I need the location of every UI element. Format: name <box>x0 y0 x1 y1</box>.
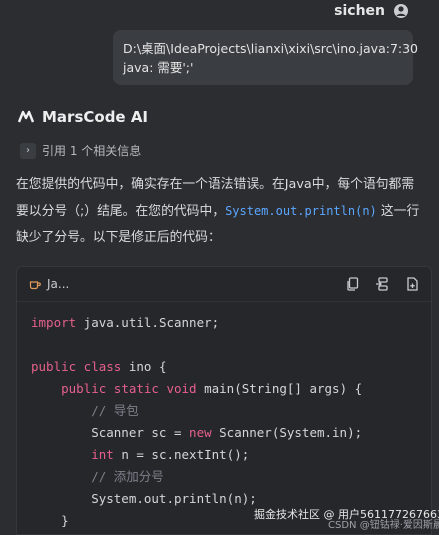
code-language-label: Ja... <box>29 277 69 291</box>
user-name: sichen <box>334 3 385 19</box>
user-avatar-icon[interactable] <box>393 3 409 19</box>
copy-icon[interactable] <box>345 276 361 292</box>
code-line: int n = sc.nextInt(); <box>31 444 417 466</box>
code-content: import java.util.Scanner; public class i… <box>17 302 431 534</box>
user-message-bubble: D:\桌面\IdeaProjects\lianxi\xixi\src\ino.j… <box>113 30 419 85</box>
code-line: Scanner sc = new Scanner(System.in); <box>31 422 417 444</box>
reference-toggle[interactable]: › 引用 1 个相关信息 <box>20 142 141 159</box>
user-header: sichen <box>334 0 409 22</box>
assistant-header: MarsCode AI <box>16 107 148 127</box>
code-text: n = sc.nextInt(); <box>113 447 250 462</box>
user-message-line-1: D:\桌面\IdeaProjects\lianxi\xixi\src\ino.j… <box>123 41 419 56</box>
new-file-icon[interactable] <box>405 276 421 292</box>
code-block-header: Ja... <box>17 267 431 302</box>
insert-icon[interactable] <box>375 276 391 292</box>
code-keyword: int <box>91 447 114 462</box>
code-keyword: public static void <box>61 381 197 396</box>
code-text: Scanner(System.in); <box>211 425 363 440</box>
code-text: } <box>31 513 69 528</box>
user-message-line-2: java: 需要';' <box>123 60 194 75</box>
assistant-answer-text: 在您提供的代码中，确实存在一个语法错误。在Java中，每个语句都需要以分号（;）… <box>16 172 426 251</box>
watermark-csdn: CSDN @钮钴禄·爱因斯晨 <box>328 520 439 531</box>
reference-label: 引用 1 个相关信息 <box>42 144 142 158</box>
code-language-name: Ja... <box>47 277 70 291</box>
marscode-logo-icon <box>16 107 36 127</box>
assistant-name: MarsCode AI <box>42 108 149 126</box>
code-line: import java.util.Scanner; <box>31 312 417 334</box>
code-line: // 添加分号 <box>31 466 417 488</box>
coffee-cup-icon <box>29 281 41 290</box>
code-line: // 导包 <box>31 400 417 422</box>
code-line: public static void main(String[] args) { <box>31 378 417 400</box>
code-text: main(String[] args) { <box>196 381 363 396</box>
code-block: Ja... import java.util.Scanner; public c… <box>16 266 432 535</box>
code-line: public class ino { <box>31 356 417 378</box>
code-keyword: public class <box>31 359 122 374</box>
code-comment: // 导包 <box>31 403 139 418</box>
code-keyword: import <box>31 315 77 330</box>
code-text: System.out.println(n); <box>31 491 257 506</box>
answer-inline-code: System.out.println(n) <box>225 204 377 218</box>
code-keyword: new <box>189 425 212 440</box>
code-toolbar <box>345 276 421 292</box>
code-text: Scanner sc = <box>31 425 190 440</box>
chevron-right-icon: › <box>20 142 36 159</box>
code-text: ino { <box>121 359 167 374</box>
code-text: java.util.Scanner; <box>76 315 220 330</box>
code-comment: // 添加分号 <box>31 469 164 484</box>
